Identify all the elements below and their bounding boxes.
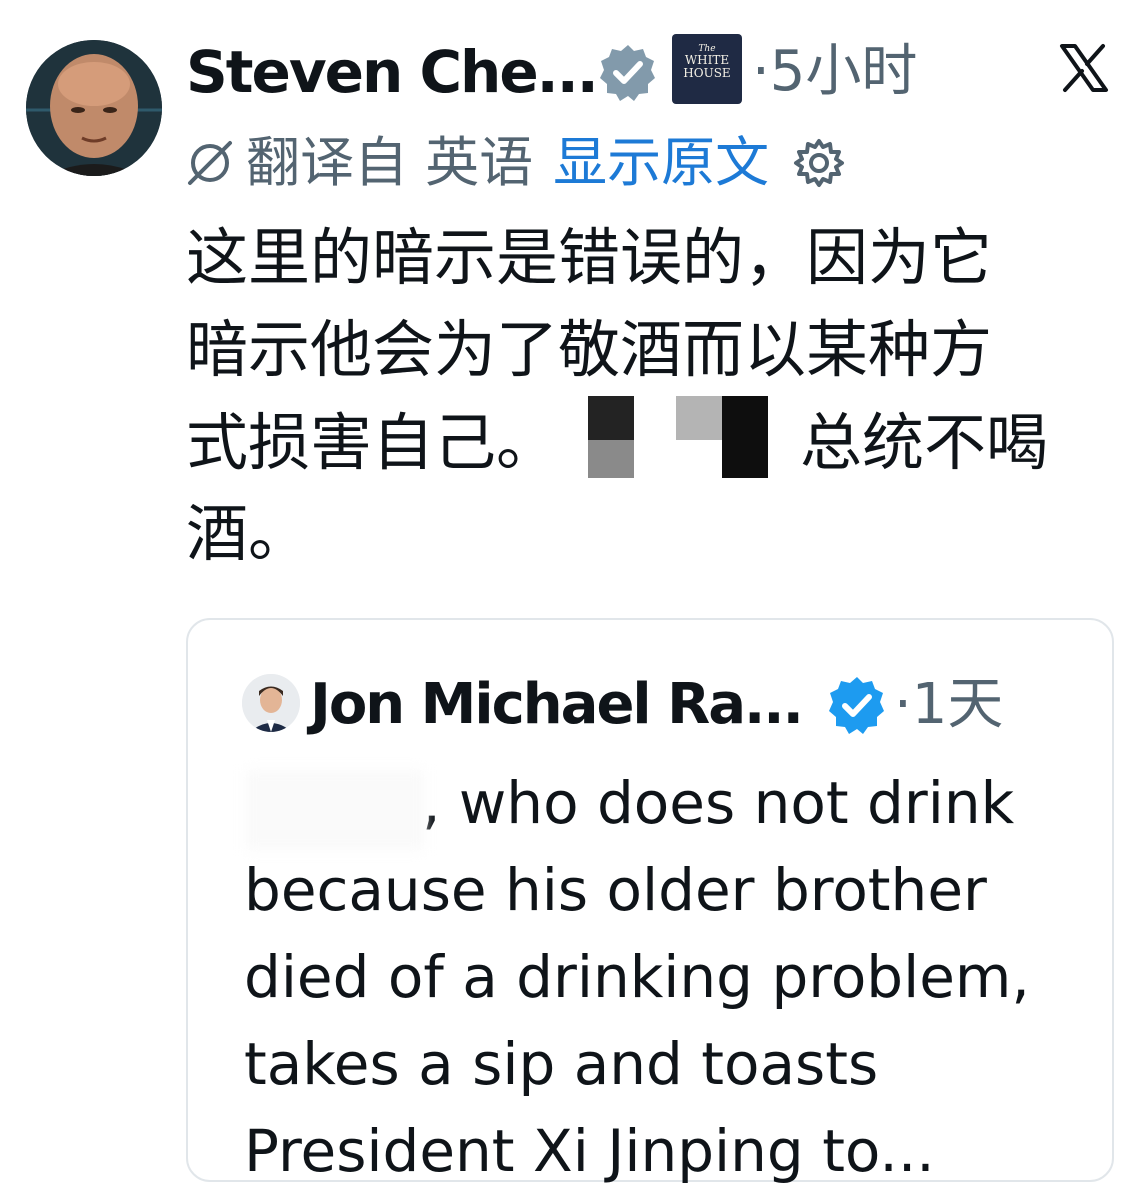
censor-block [676,396,769,478]
author-name[interactable]: Steven Che... [186,36,599,108]
tweet-text-line-with-censor: 式损害自己。 总统不喝 [186,396,1086,488]
verified-blue-icon[interactable] [826,674,888,736]
author-avatar[interactable] [26,40,162,176]
tweet-text-segment: 式损害自己。 [186,406,559,479]
tweet-text-line: 暗示他会为了敬酒而以某种方 [186,313,993,386]
quoted-author-name[interactable]: Jon Michael Ra... [310,670,804,740]
translate-off-icon [186,134,234,185]
quoted-post-time[interactable]: ·1天 [894,670,1003,740]
quoted-text-segment: , who does not drink [422,769,1015,837]
quoted-text-line: because his older brother [244,856,987,924]
translation-row: 翻译自 英语 显示原文 [186,128,845,198]
quoted-text-line: takes a sip and toasts [244,1030,879,1098]
white-house-badge-line3: HOUSE [683,66,731,80]
translated-from-label: 翻译自 英语 [246,131,534,194]
gear-icon[interactable] [793,136,845,188]
quoted-text-line: President Xi Jinping to... [244,1117,935,1185]
post-time[interactable]: ·5小时 [752,36,917,108]
tweet-text-segment: 总统不喝 [800,406,1049,479]
tweet-text-line: 这里的暗示是错误的，因为它 [186,221,993,294]
tweet-text-line: 酒。 [186,497,311,570]
verified-gray-icon[interactable] [598,42,658,102]
quoted-text-line: died of a drinking problem, [244,943,1030,1011]
white-house-badge[interactable]: The WHITE HOUSE [672,34,742,104]
redaction-blur [246,770,424,850]
quoted-author-avatar[interactable] [242,674,300,732]
show-original-link[interactable]: 显示原文 [553,131,769,194]
censor-block [588,396,635,478]
tweet-text: 这里的暗示是错误的，因为它 暗示他会为了敬酒而以某种方 式损害自己。 总统不喝 酒… [186,212,1086,580]
x-logo-icon[interactable] [1058,42,1110,94]
